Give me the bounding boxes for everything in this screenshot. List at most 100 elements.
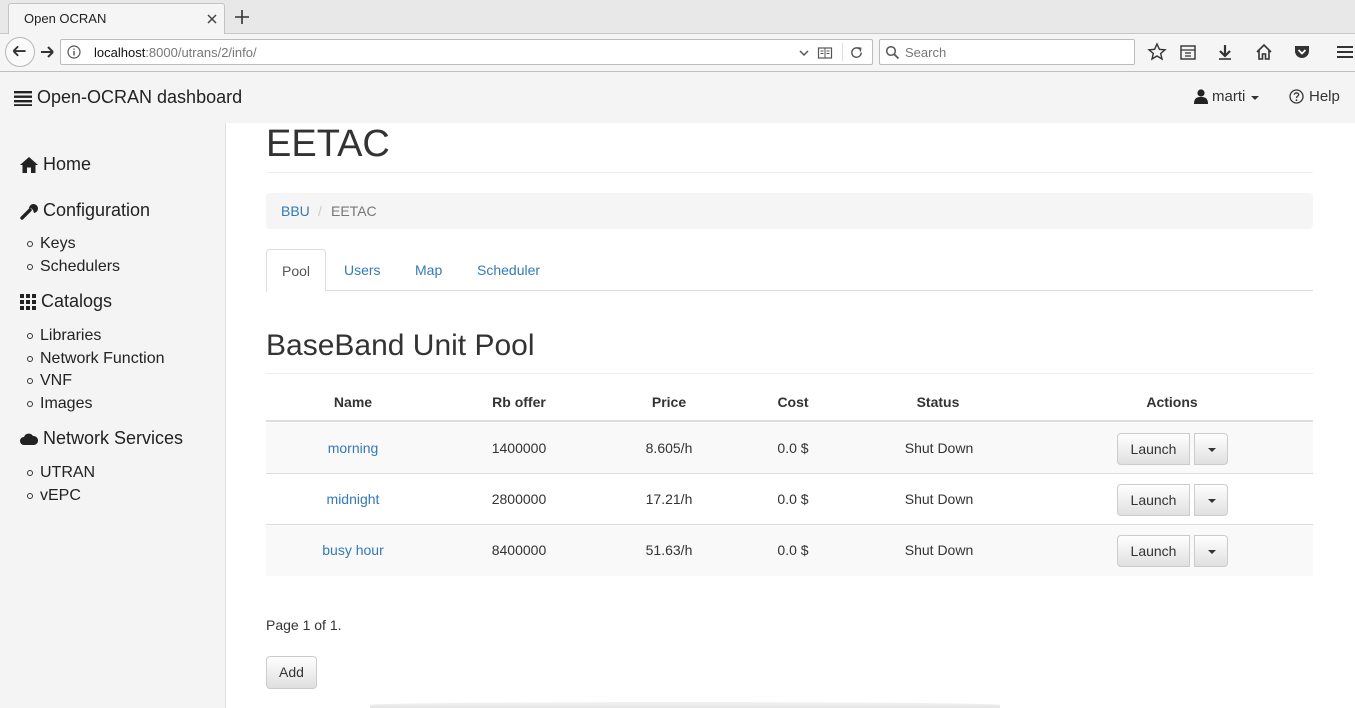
sidebar-item-network-services[interactable]: Network Services <box>20 428 183 449</box>
actions-dropdown-button[interactable] <box>1194 535 1228 567</box>
row-name: morning <box>303 440 403 456</box>
sidebar-item-label: Images <box>40 395 93 412</box>
search-input[interactable]: Search <box>879 39 1135 65</box>
url-host: localhost <box>94 45 146 60</box>
chevron-down-icon[interactable] <box>798 47 810 59</box>
app-header: Open-OCRAN dashboard marti Help <box>0 72 1355 123</box>
arrow-left-icon <box>12 45 26 57</box>
tab-map[interactable]: Map <box>400 249 457 291</box>
sidebar-item-vepc[interactable]: vEPC <box>27 487 81 505</box>
close-icon[interactable] <box>206 13 218 25</box>
row-name-link[interactable]: busy hour <box>322 542 383 558</box>
tab-pool[interactable]: Pool <box>266 249 327 292</box>
table-row: midnight 2800000 17.21/h 0.0 $ Shut Down… <box>266 474 1313 525</box>
user-menu[interactable]: marti <box>1194 88 1260 105</box>
bullet <box>27 333 33 339</box>
actions-dropdown-button[interactable] <box>1194 484 1228 516</box>
sidebar-item-label: UTRAN <box>40 464 96 481</box>
tab-users[interactable]: Users <box>329 249 396 291</box>
sidebar-item-label: Network Services <box>43 428 184 448</box>
row-rb-offer: 8400000 <box>491 542 547 558</box>
list-icon <box>14 90 32 106</box>
page-title: EETAC <box>266 123 390 165</box>
browser-tab[interactable]: Open OCRAN <box>8 3 225 34</box>
sidebar-item-label: Keys <box>40 235 76 252</box>
caret-down-icon <box>1251 95 1260 100</box>
sidebar-item-libraries[interactable]: Libraries <box>27 327 101 345</box>
sidebar-item-home[interactable]: Home <box>20 154 91 175</box>
launch-button[interactable]: Launch <box>1117 484 1190 516</box>
question-circle-icon <box>1289 89 1304 104</box>
user-name: marti <box>1212 88 1246 105</box>
row-name-link[interactable]: midnight <box>327 491 380 507</box>
actions-dropdown-button[interactable] <box>1194 433 1228 465</box>
url-path: :8000/utrans/2/info/ <box>145 45 257 60</box>
table-row: busy hour 8400000 51.63/h 0.0 $ Shut Dow… <box>266 525 1313 576</box>
sidebar-item-label: Schedulers <box>40 258 121 275</box>
row-price: 51.63/h <box>645 542 693 558</box>
tab-bar: Pool Users Map Scheduler <box>266 249 1313 292</box>
bullet <box>27 356 33 362</box>
bullet <box>27 493 33 499</box>
column-header-name: Name <box>333 394 373 410</box>
separator <box>842 43 843 61</box>
breadcrumb: BBU / EETAC <box>266 193 1313 229</box>
breadcrumb-link-bbu[interactable]: BBU <box>281 203 310 219</box>
table-row: morning 1400000 8.605/h 0.0 $ Shut Down … <box>266 423 1313 474</box>
sidebar-item-label: Network Function <box>40 350 165 367</box>
row-cost: 0.0 $ <box>777 491 809 507</box>
sidebar-item-label: Home <box>43 154 92 174</box>
bullet <box>27 264 33 270</box>
bullet <box>27 241 33 247</box>
row-status: Shut Down <box>904 491 974 507</box>
row-rb-offer: 1400000 <box>491 440 547 456</box>
caret-down-icon <box>1208 550 1216 554</box>
breadcrumb-separator: / <box>318 203 322 219</box>
info-icon[interactable] <box>67 45 81 59</box>
reader-view-icon[interactable] <box>817 45 833 61</box>
pagination-text: Page 1 of 1. <box>266 617 342 633</box>
launch-button[interactable]: Launch <box>1117 433 1190 465</box>
sidebar-item-schedulers[interactable]: Schedulers <box>27 258 120 276</box>
arrow-right-icon[interactable] <box>37 42 57 62</box>
home-icon[interactable] <box>1254 42 1274 62</box>
sidebar-item-utran[interactable]: UTRAN <box>27 464 95 482</box>
pocket-icon[interactable] <box>1292 42 1312 62</box>
help-link[interactable]: Help <box>1289 88 1340 105</box>
column-header-status: Status <box>916 394 960 410</box>
cloud-icon <box>20 433 38 445</box>
sidebar-item-images[interactable]: Images <box>27 395 92 413</box>
sidebar-item-catalogs[interactable]: Catalogs <box>20 291 112 312</box>
column-header-rb-offer: Rb offer <box>492 394 546 410</box>
sidebar-item-label: Configuration <box>43 200 151 220</box>
row-status: Shut Down <box>904 542 974 558</box>
bookmarks-list-icon[interactable] <box>1178 42 1198 62</box>
brand[interactable]: Open-OCRAN dashboard <box>14 87 242 108</box>
launch-button[interactable]: Launch <box>1117 535 1190 567</box>
new-tab-icon[interactable] <box>233 8 251 26</box>
sidebar-item-label: Libraries <box>40 327 102 344</box>
sidebar-item-keys[interactable]: Keys <box>27 235 76 253</box>
sidebar-item-network-function[interactable]: Network Function <box>27 350 165 368</box>
caret-down-icon <box>1208 499 1216 503</box>
bookmark-star-icon[interactable] <box>1147 42 1167 62</box>
address-bar[interactable]: localhost:8000/utrans/2/info/ <box>60 39 873 65</box>
menu-icon[interactable] <box>1335 42 1355 62</box>
download-icon[interactable] <box>1215 42 1235 62</box>
sidebar-item-label: VNF <box>40 372 72 389</box>
tab-scheduler[interactable]: Scheduler <box>462 249 555 291</box>
url-text[interactable]: localhost:8000/utrans/2/info/ <box>94 45 257 60</box>
row-price: 17.21/h <box>645 491 693 507</box>
add-button[interactable]: Add <box>266 656 317 689</box>
sidebar-item-configuration[interactable]: Configuration <box>20 200 150 221</box>
browser-toolbar: localhost:8000/utrans/2/info/ Search <box>0 34 1355 72</box>
row-name-link[interactable]: morning <box>328 440 379 456</box>
sidebar-item-label: Catalogs <box>41 291 113 311</box>
search-icon <box>885 45 900 60</box>
divider <box>266 172 1313 173</box>
help-label: Help <box>1309 88 1340 105</box>
sidebar-item-vnf[interactable]: VNF <box>27 372 72 390</box>
reload-icon[interactable] <box>849 45 864 60</box>
back-button[interactable] <box>5 37 35 67</box>
bullet <box>27 401 33 407</box>
